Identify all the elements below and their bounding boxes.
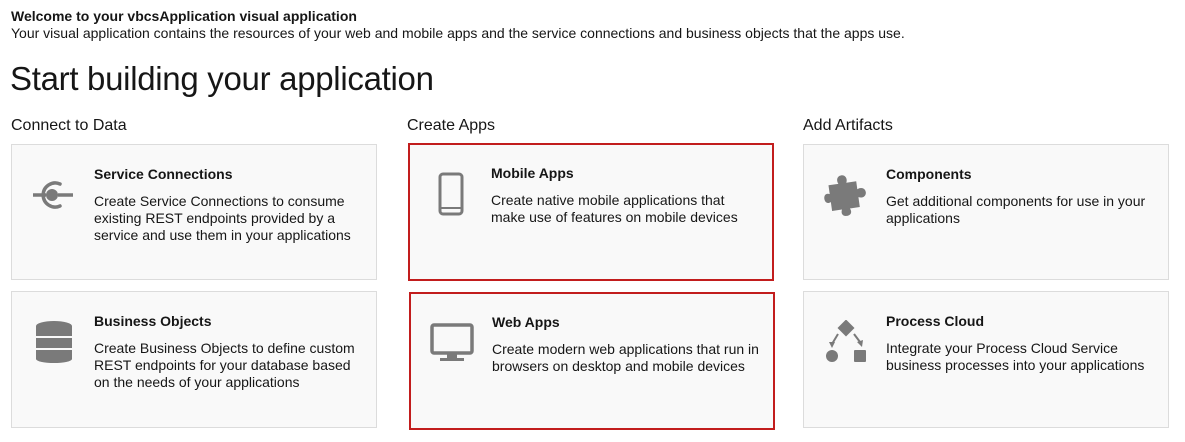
process-cloud-description: Integrate your Process Cloud Service bus… [886,340,1145,373]
welcome-page: Welcome to your vbcsApplication visual a… [0,0,1185,442]
welcome-title: Welcome to your vbcsApplication visual a… [11,8,357,24]
process-shapes-icon [824,320,868,364]
section-title-connect-to-data: Connect to Data [11,117,127,134]
welcome-description: Your visual application contains the res… [11,25,905,41]
service-connections-description: Create Service Connections to consume ex… [94,193,351,243]
service-connection-icon [32,173,76,217]
section-title-add-artifacts: Add Artifacts [803,117,893,134]
process-cloud-card[interactable]: Process Cloud Integrate your Process Clo… [803,291,1169,428]
service-connections-card[interactable]: Service Connections Create Service Conne… [11,144,377,280]
page-title: Start building your application [10,60,434,97]
desktop-monitor-icon [430,321,474,365]
business-objects-description: Create Business Objects to define custom… [94,340,355,390]
business-objects-title: Business Objects [94,313,212,329]
components-card[interactable]: Components Get additional components for… [803,144,1169,280]
service-connections-title: Service Connections [94,166,233,182]
web-apps-card[interactable]: Web Apps Create modern web applications … [409,292,775,430]
mobile-apps-title: Mobile Apps [491,165,574,181]
components-title: Components [886,166,972,182]
mobile-apps-description: Create native mobile applications that m… [491,192,738,225]
business-objects-card[interactable]: Business Objects Create Business Objects… [11,291,377,428]
puzzle-piece-icon [824,173,868,217]
web-apps-description: Create modern web applications that run … [492,341,759,374]
database-icon [32,320,76,364]
web-apps-title: Web Apps [492,314,560,330]
components-description: Get additional components for use in you… [886,193,1146,226]
mobile-apps-card[interactable]: Mobile Apps Create native mobile applica… [408,143,774,281]
section-title-create-apps: Create Apps [407,117,496,134]
process-cloud-title: Process Cloud [886,313,985,329]
mobile-phone-icon [429,172,473,216]
